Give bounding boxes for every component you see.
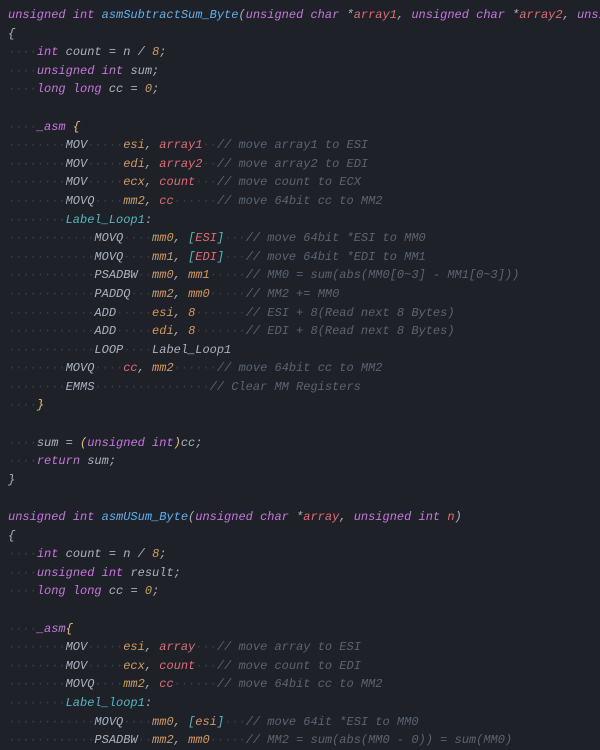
asm-label1: ········Label_Loop1:: [8, 211, 592, 230]
fn1-sig: unsigned int asmSubtractSum_Byte(unsigne…: [8, 6, 592, 25]
asm2-movq-mm0: ············MOVQ····mm0, [esi]···// move…: [8, 713, 592, 732]
asm-open: ····_asm {: [8, 118, 592, 137]
asm-mov-ecx: ········MOV·····ecx, count···// move cou…: [8, 173, 592, 192]
asm-mov-edi: ········MOV·····edi, array2··// move arr…: [8, 155, 592, 174]
decl-count-2: ····int count = n / 8;: [8, 545, 592, 564]
asm-movq-mm2: ········MOVQ····mm2, cc······// move 64b…: [8, 192, 592, 211]
decl-sum: ····unsigned int sum;: [8, 62, 592, 81]
asm-paddq: ············PADDQ···mm2, mm0·····// MM2 …: [8, 285, 592, 304]
asm2-movq-mm2: ········MOVQ····mm2, cc······// move 64b…: [8, 675, 592, 694]
asm-psadbw: ············PSADBW··mm0, mm1·····// MM0 …: [8, 266, 592, 285]
brace-open: {: [8, 25, 592, 44]
return-sum: ····return sum;: [8, 452, 592, 471]
decl-count: ····int count = n / 8;: [8, 43, 592, 62]
asm-close: ····}: [8, 396, 592, 415]
brace-open-2: {: [8, 527, 592, 546]
asm-open-2: ····_asm{: [8, 620, 592, 639]
decl-cc: ····long long cc = 0;: [8, 80, 592, 99]
asm-add-edi: ············ADD·····edi, 8·······// EDI …: [8, 322, 592, 341]
asm-emms: ········EMMS················// Clear MM …: [8, 378, 592, 397]
fn2-sig: unsigned int asmUSum_Byte(unsigned char …: [8, 508, 592, 527]
asm2-mov-esi: ········MOV·····esi, array···// move arr…: [8, 638, 592, 657]
decl-result: ····unsigned int result;: [8, 564, 592, 583]
code-editor: unsigned int asmSubtractSum_Byte(unsigne…: [8, 6, 592, 750]
decl-cc-2: ····long long cc = 0;: [8, 582, 592, 601]
brace-close: }: [8, 471, 592, 490]
asm-movq-mm1: ············MOVQ····mm1, [EDI]···// move…: [8, 248, 592, 267]
asm-mov-esi: ········MOV·····esi, array1··// move arr…: [8, 136, 592, 155]
asm-loop: ············LOOP····Label_Loop1: [8, 341, 592, 360]
asm-add-esi: ············ADD·····esi, 8·······// ESI …: [8, 304, 592, 323]
asm-movq-mm0: ············MOVQ····mm0, [ESI]···// move…: [8, 229, 592, 248]
assign-sum: ····sum = (unsigned int)cc;: [8, 434, 592, 453]
asm2-label1: ········Label_loop1:: [8, 694, 592, 713]
asm2-psadbw: ············PSADBW··mm2, mm0·····// MM2 …: [8, 731, 592, 750]
asm-movq-cc: ········MOVQ····cc, mm2······// move 64b…: [8, 359, 592, 378]
asm2-mov-ecx: ········MOV·····ecx, count···// move cou…: [8, 657, 592, 676]
